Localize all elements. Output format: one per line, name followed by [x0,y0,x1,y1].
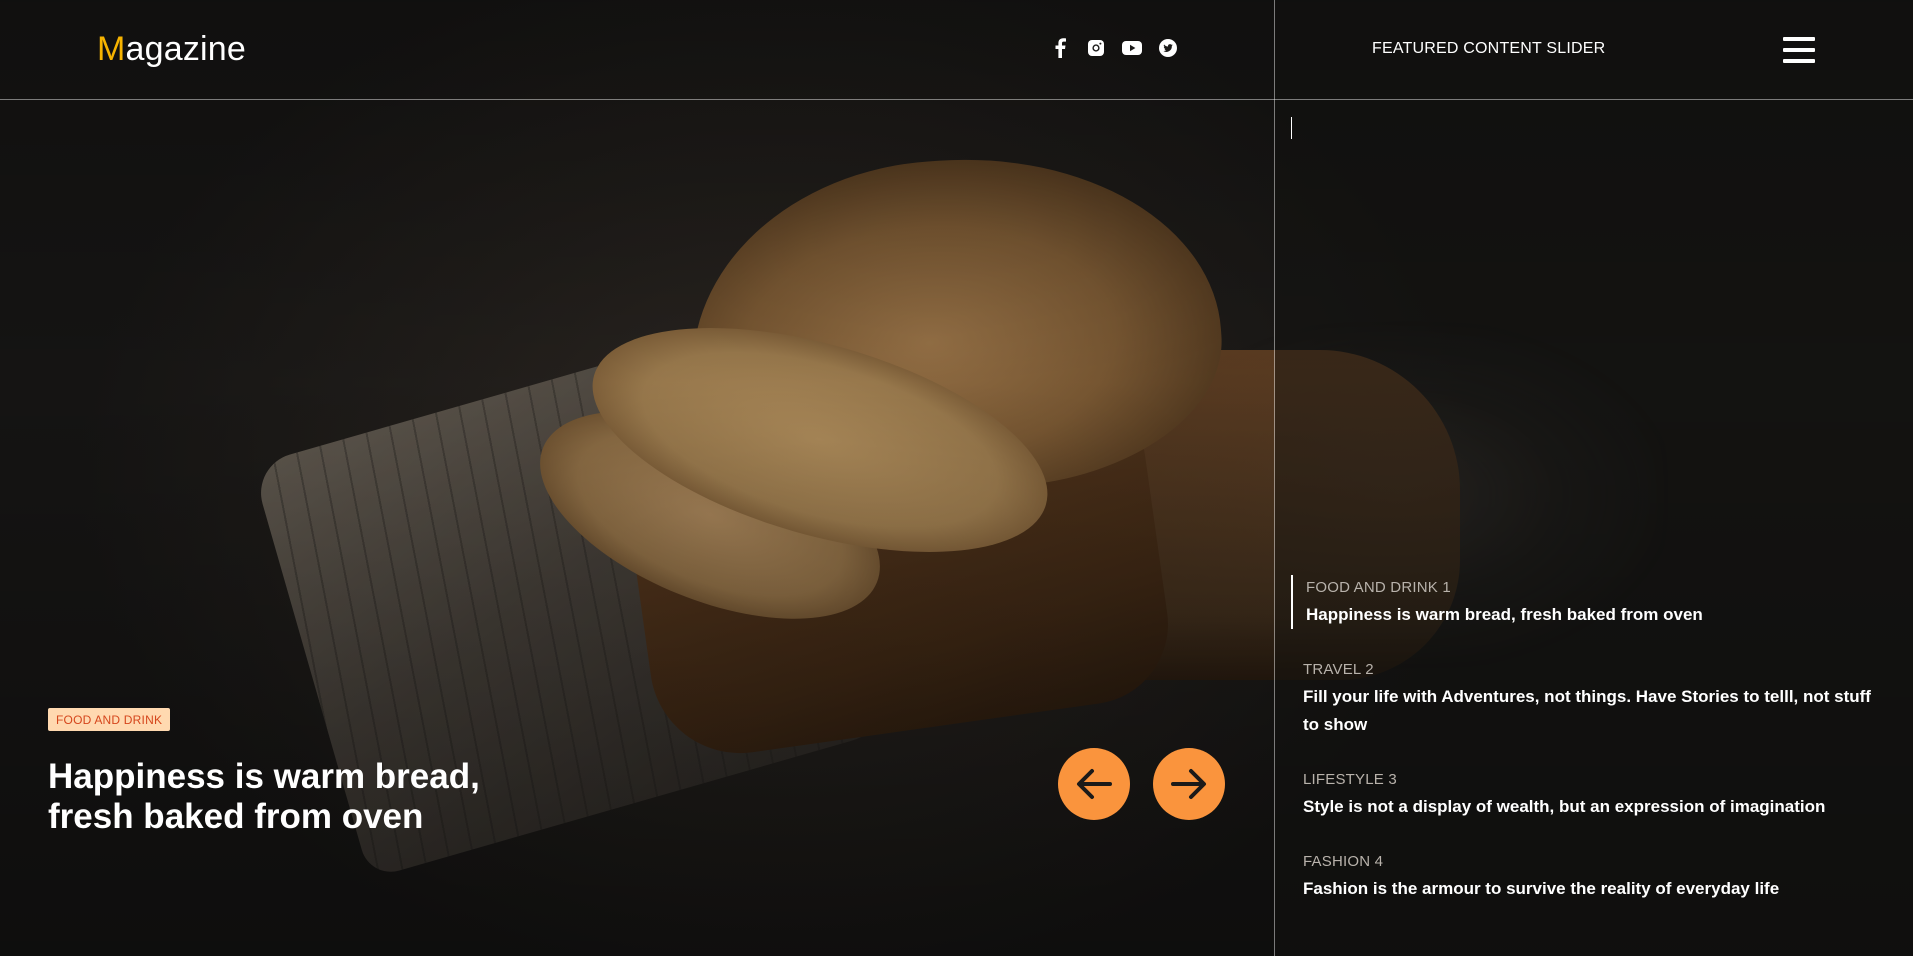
slide-category: FOOD AND DRINK 1 [1306,579,1451,596]
slide-category: TRAVEL 2 [1303,661,1374,678]
site-header: Magazine FEATURED CONTENT SLIDER [0,0,1913,100]
arrow-right-icon [1171,769,1206,799]
slide-category: LIFESTYLE 3 [1303,771,1397,788]
slide-list: FOOD AND DRINK 1 Happiness is warm bread… [1291,575,1891,903]
slide-title: Fill your life with Adventures, not thin… [1303,687,1871,734]
menu-bar [1783,37,1815,41]
arrow-left-icon [1077,769,1112,799]
vertical-divider [1274,0,1275,956]
featured-slider-title: FEATURED CONTENT SLIDER [1372,40,1606,57]
slide-title: Style is not a display of wealth, but an… [1303,797,1826,816]
next-slide-button[interactable] [1153,748,1225,820]
menu-bar [1783,48,1815,52]
slide-list-item-lifestyle[interactable]: LIFESTYLE 3 Style is not a display of we… [1291,767,1891,821]
slide-headline[interactable]: Happiness is warm bread, fresh baked fro… [48,757,518,837]
hamburger-menu-icon[interactable] [1783,37,1815,63]
facebook-icon[interactable] [1050,38,1070,58]
site-logo[interactable]: Magazine [97,30,246,69]
menu-bar [1783,59,1815,63]
social-links [1050,38,1178,58]
text-cursor [1291,117,1292,139]
category-tag[interactable]: FOOD AND DRINK [48,708,171,731]
instagram-icon[interactable] [1086,38,1106,58]
slide-list-item-food-and-drink[interactable]: FOOD AND DRINK 1 Happiness is warm bread… [1291,575,1891,629]
slide-list-item-fashion[interactable]: FASHION 4 Fashion is the armour to survi… [1291,849,1891,903]
slide-list-item-travel[interactable]: TRAVEL 2 Fill your life with Adventures,… [1291,657,1891,739]
previous-slide-button[interactable] [1058,748,1130,820]
youtube-icon[interactable] [1122,38,1142,58]
slide-title: Fashion is the armour to survive the rea… [1303,879,1780,898]
logo-text: agazine [125,30,247,68]
logo-accent-letter: M [97,30,126,68]
twitter-icon[interactable] [1158,38,1178,58]
slide-title: Happiness is warm bread, fresh baked fro… [1306,605,1703,624]
slide-category: FASHION 4 [1303,853,1384,870]
